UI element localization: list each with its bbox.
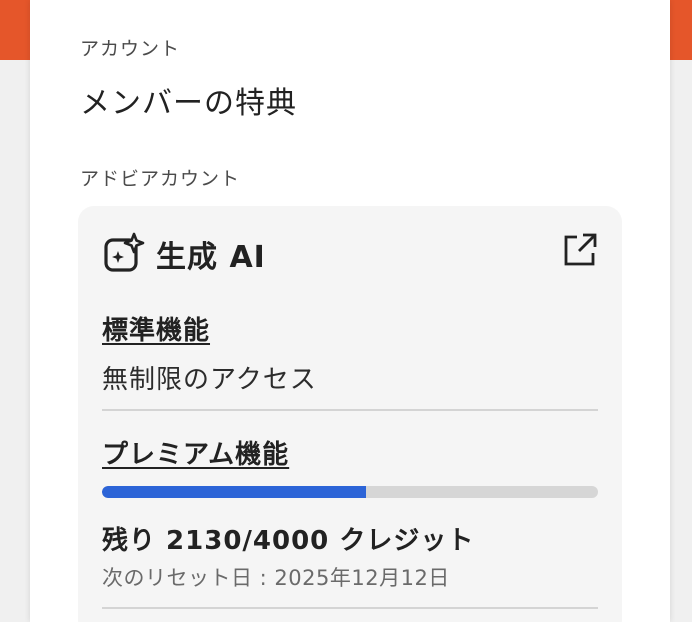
credits-remaining-text: 残り 2130/4000 クレジット [102,526,475,556]
accent-bar-right [670,0,692,60]
benefits-panel: アカウント メンバーの特典 アドビアカウント 生成 AI 標準機能 無制限のアク… [30,0,670,622]
app-window: アカウント メンバーの特典 アドビアカウント 生成 AI 標準機能 無制限のアク… [0,0,692,622]
standard-features-link[interactable]: 標準機能 [102,310,210,347]
generative-ai-sparkle-icon [102,232,146,276]
accent-bar-left [0,0,30,60]
credits-progress-fill [102,486,367,498]
page-title: メンバーの特典 [80,86,297,121]
premium-features-link[interactable]: プレミアム機能 [102,434,289,471]
section-label: アドビアカウント [80,168,241,190]
credits-progress-bar [102,486,598,498]
credits-reset-date: 次のリセット日 : 2025年12月12日 [102,566,450,590]
breadcrumb[interactable]: アカウント [80,34,180,61]
card-title: 生成 AI [156,240,266,275]
divider [102,607,598,609]
divider [102,409,598,411]
external-link-icon[interactable] [562,232,598,268]
card-header: 生成 AI [102,232,266,276]
generative-ai-card: 生成 AI 標準機能 無制限のアクセス プレミアム機能 残り 2130/4000… [78,206,622,622]
standard-features-description: 無制限のアクセス [102,365,317,395]
